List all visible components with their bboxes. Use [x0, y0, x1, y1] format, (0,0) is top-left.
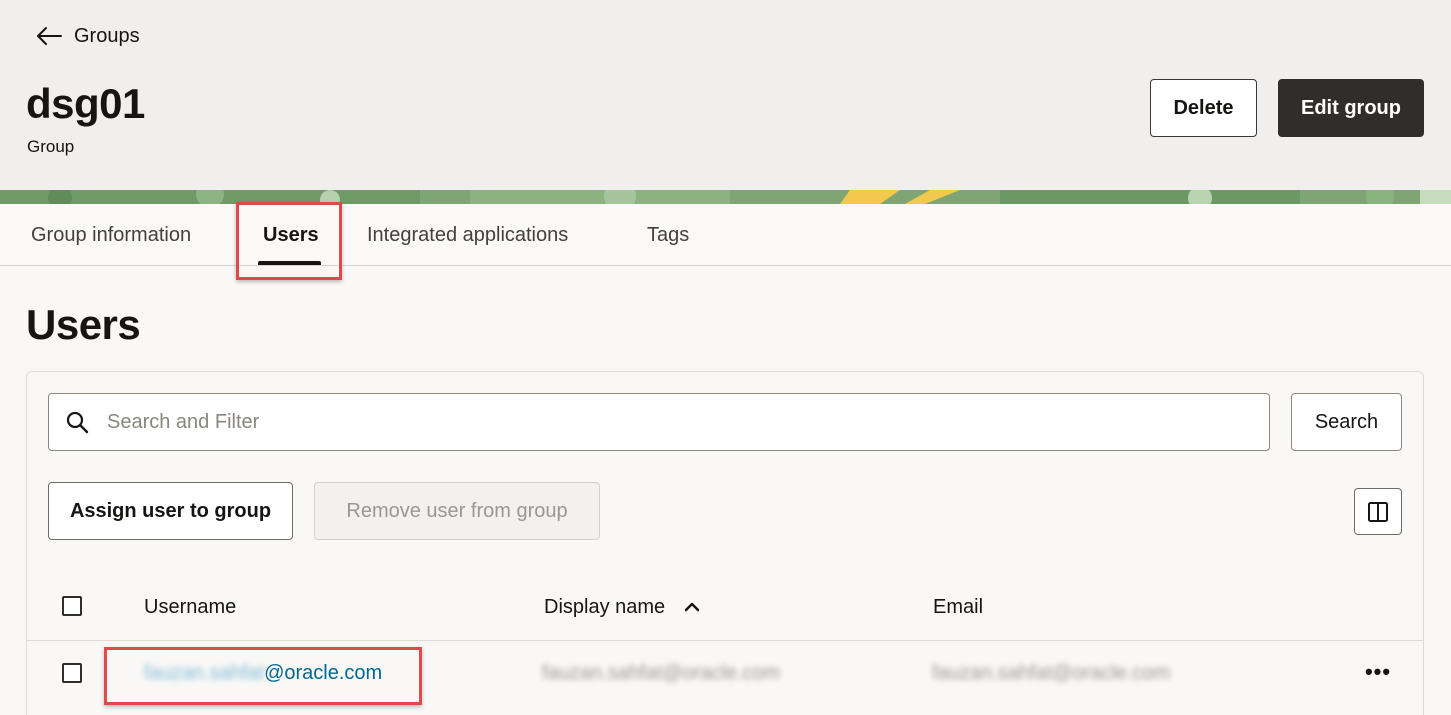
more-actions-icon[interactable]: ••• [1360, 658, 1396, 686]
username-redacted: fauzan.sahfat [144, 661, 265, 684]
table-header-divider [26, 640, 1424, 641]
remove-user-button: Remove user from group [314, 482, 600, 540]
section-title: Users [26, 301, 141, 348]
back-link-label: Groups [74, 24, 140, 47]
active-tab-indicator [258, 261, 321, 265]
page-subtitle: Group [27, 137, 75, 156]
search-box[interactable] [48, 393, 1270, 451]
search-icon [66, 411, 89, 434]
display-name-cell: fauzan.sahfat@oracle.com [542, 661, 781, 684]
delete-button[interactable]: Delete [1150, 79, 1257, 137]
manage-columns-button[interactable] [1354, 488, 1402, 535]
search-input[interactable] [107, 410, 1207, 434]
column-header-display-name[interactable]: Display name [544, 594, 701, 620]
page-title: dsg01 [26, 80, 145, 127]
arrow-left-icon [37, 27, 62, 45]
manage-columns-icon [1368, 501, 1388, 522]
column-header-username[interactable]: Username [144, 594, 236, 620]
row-checkbox[interactable] [62, 663, 82, 683]
column-header-display-name-label: Display name [544, 595, 666, 618]
assign-user-button[interactable]: Assign user to group [48, 482, 293, 540]
sort-ascending-icon[interactable] [683, 598, 701, 616]
username-domain: @oracle.com [264, 661, 383, 684]
tab-group-information[interactable]: Group information [31, 204, 191, 266]
select-all-checkbox[interactable] [62, 596, 82, 616]
tab-tags[interactable]: Tags [647, 204, 689, 266]
tab-integrated-applications[interactable]: Integrated applications [367, 204, 568, 266]
column-header-email[interactable]: Email [933, 594, 983, 620]
username-link[interactable]: fauzan.sahfat @oracle.com [144, 660, 382, 686]
back-to-groups-link[interactable]: Groups [36, 22, 140, 50]
email-cell: fauzan.sahfat@oracle.com [932, 661, 1171, 684]
tab-bar: Group information Users Integrated appli… [0, 204, 1451, 266]
tab-users[interactable]: Users [263, 204, 319, 266]
decorative-banner [0, 190, 1451, 204]
edit-group-button[interactable]: Edit group [1278, 79, 1424, 137]
search-button[interactable]: Search [1291, 393, 1402, 451]
